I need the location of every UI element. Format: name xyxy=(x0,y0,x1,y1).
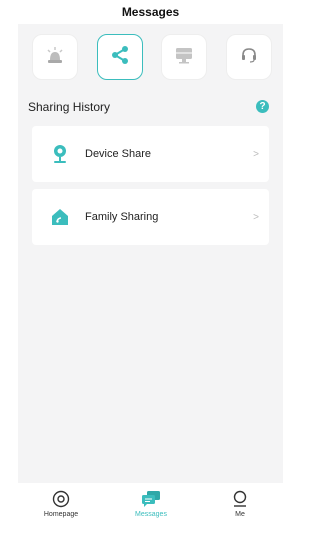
headset-icon xyxy=(238,44,260,71)
messages-panel: Sharing History ? Device Share > Family … xyxy=(18,24,283,483)
messages-icon xyxy=(141,489,161,509)
tab-messages[interactable]: Messages xyxy=(116,489,186,518)
section-title: Sharing History xyxy=(28,100,111,114)
device-share-label: Device Share xyxy=(85,148,152,160)
share-icon xyxy=(109,44,131,71)
page-title: Messages xyxy=(121,5,180,19)
person-icon xyxy=(230,489,250,509)
tab-me-label: Me xyxy=(235,511,245,518)
chevron-right-icon: > xyxy=(253,148,259,160)
category-support-button[interactable] xyxy=(225,34,272,80)
category-device-button[interactable] xyxy=(161,34,208,80)
family-sharing-label: Family Sharing xyxy=(85,211,159,223)
alarm-siren-icon xyxy=(44,44,66,71)
category-share-button[interactable] xyxy=(96,34,143,80)
chevron-right-icon: > xyxy=(253,211,259,223)
tab-homepage-label: Homepage xyxy=(43,511,79,518)
tab-homepage[interactable]: Homepage xyxy=(26,489,96,518)
tab-messages-label: Messages xyxy=(135,511,167,518)
category-alarm-button[interactable] xyxy=(32,34,78,80)
camera-lens-icon xyxy=(51,489,71,509)
help-icon[interactable]: ? xyxy=(256,100,269,113)
message-category-row xyxy=(32,34,272,84)
tab-me[interactable]: Me xyxy=(205,489,275,518)
camera-icon xyxy=(50,144,70,164)
family-sharing-item[interactable]: Family Sharing > xyxy=(32,189,269,245)
monitor-icon xyxy=(173,44,195,71)
device-share-item[interactable]: Device Share > xyxy=(32,126,269,182)
bottom-tab-bar: Homepage Messages Me xyxy=(0,483,301,547)
home-icon xyxy=(50,207,70,227)
